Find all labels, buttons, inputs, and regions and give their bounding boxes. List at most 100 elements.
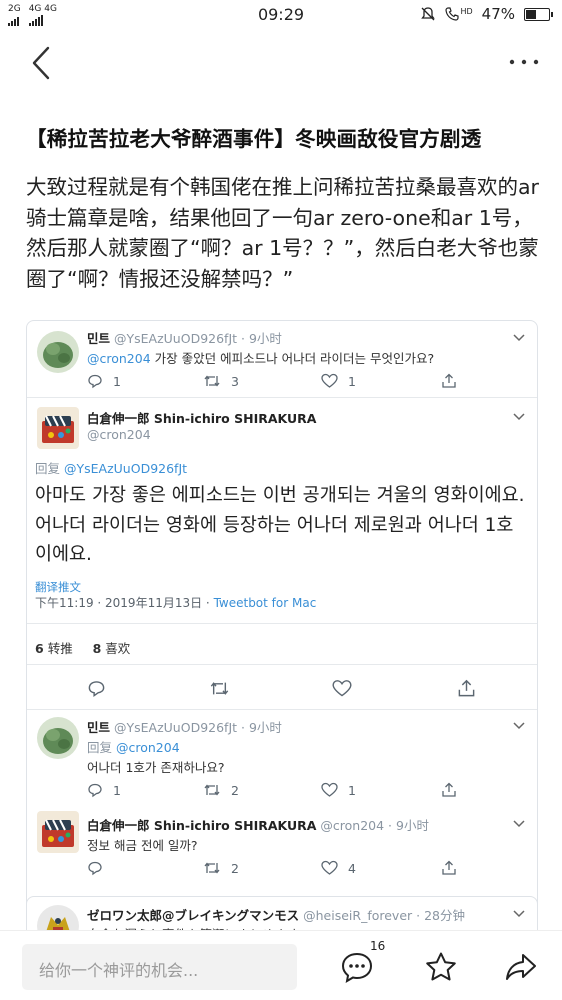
divider xyxy=(27,664,537,665)
hd-call-indicator: HD xyxy=(445,7,473,21)
like-button[interactable]: 4 xyxy=(321,860,356,876)
chevron-down-icon[interactable] xyxy=(513,334,525,342)
chevron-down-icon[interactable] xyxy=(513,722,525,730)
star-icon[interactable] xyxy=(424,951,458,983)
tweet-author-handle: @cron204 xyxy=(87,427,151,442)
nav-bar xyxy=(0,30,562,96)
heart-icon xyxy=(321,860,338,875)
main-tweet-text: 아마도 가장 좋은 에피소드는 이번 공개되는 겨울의 영화이에요. 어나더 라… xyxy=(35,485,525,565)
retweet-button[interactable]: 2 xyxy=(203,782,239,798)
article-body: 大致过程就是有个韩国佬在推上问稀拉苦拉桑最喜欢的ar骑士篇章是啥，结果他回了一句… xyxy=(26,175,539,291)
mute-bell-icon xyxy=(421,7,436,21)
reply-to-link[interactable]: @YsEAzUuOD926fJt xyxy=(64,461,187,476)
back-arrow-icon[interactable] xyxy=(28,44,58,82)
reply-button[interactable]: 1 xyxy=(87,782,121,798)
retweet-button[interactable]: 2 xyxy=(203,860,239,876)
like-count: 1 xyxy=(348,782,356,798)
divider xyxy=(27,397,537,398)
tweet-screenshot-card: 민트 @YsEAzUuOD926fJt · 9小时 @cron204 가장 좋았… xyxy=(26,320,538,920)
author-name: ゼロワン太郎@ブレイキングマンモス xyxy=(87,908,300,923)
retweet-icon[interactable] xyxy=(209,679,230,698)
comment-input[interactable]: 给你一个神评的机会... xyxy=(22,944,297,990)
battery-percent: 47% xyxy=(481,5,515,23)
share-icon[interactable] xyxy=(457,679,476,698)
likes-count: 8 xyxy=(92,641,102,656)
forward-icon[interactable] xyxy=(504,951,538,983)
tweet-body: 가장 좋았던 에피소드나 어나더 라이더는 무엇인가요? xyxy=(150,351,435,366)
reply-label: 回复 xyxy=(35,461,61,476)
avatar xyxy=(37,331,79,373)
more-icon[interactable] xyxy=(506,52,542,72)
avatar xyxy=(37,811,79,853)
heart-icon[interactable] xyxy=(332,679,352,698)
divider xyxy=(27,623,537,624)
tweet-stats: 6 转推 8 喜欢 xyxy=(35,638,130,657)
tweet-author: 白倉伸一郎 Shin-ichiro SHIRAKURA xyxy=(87,408,316,427)
avatar xyxy=(37,407,79,449)
author-name: 白倉伸一郎 Shin-ichiro SHIRAKURA xyxy=(87,818,317,833)
share-icon[interactable] xyxy=(441,373,457,389)
reply-to-link[interactable]: @cron204 xyxy=(116,740,180,755)
author-name: 민트 xyxy=(87,720,111,735)
like-count: 1 xyxy=(348,373,356,389)
tweet-author: ゼロワン太郎@ブレイキングマンモス @heiseiR_forever · 28分… xyxy=(87,905,465,924)
tweet-body: 어나더 1호가 존재하나요? xyxy=(87,760,225,775)
avatar xyxy=(37,717,79,759)
like-button[interactable]: 1 xyxy=(321,782,356,798)
retweet-icon xyxy=(204,862,220,874)
reply-to-line: 回复 @cron204 xyxy=(87,737,180,756)
heart-icon xyxy=(321,782,338,797)
author-handle: @YsEAzUuOD926fJt · 9小时 xyxy=(114,720,282,735)
author-handle: @YsEAzUuOD926fJt · 9小时 xyxy=(114,331,282,346)
reply-icon xyxy=(88,783,102,798)
mention-link[interactable]: @cron204 xyxy=(87,351,151,366)
reply-label: 回复 xyxy=(87,740,113,755)
reply-icon[interactable] xyxy=(87,679,106,698)
author-name: 白倉伸一郎 Shin-ichiro SHIRAKURA xyxy=(87,411,317,426)
author-name: 민트 xyxy=(87,331,111,346)
share-icon[interactable] xyxy=(441,782,457,798)
status-icons: HD 47% xyxy=(420,5,553,23)
likes-label[interactable]: 喜欢 xyxy=(105,641,130,656)
reply-count: 1 xyxy=(113,782,121,798)
author-handle: @heiseiR_forever · 28分钟 xyxy=(303,908,465,923)
comment-bar: 给你一个神评的机会... 16 xyxy=(0,930,562,1000)
tweet-author: 白倉伸一郎 Shin-ichiro SHIRAKURA @cron204 · 9… xyxy=(87,815,429,834)
author-handle: @cron204 · 9小时 xyxy=(320,818,429,833)
retweet-icon xyxy=(204,784,220,796)
retweet-count: 3 xyxy=(231,373,239,389)
like-button[interactable]: 1 xyxy=(321,373,356,389)
comment-icon[interactable] xyxy=(340,951,374,983)
reply-icon[interactable] xyxy=(87,860,103,876)
chevron-down-icon[interactable] xyxy=(513,413,525,421)
battery-icon xyxy=(524,7,553,21)
author-handle: @cron204 xyxy=(87,427,151,442)
tweet-timestamp: 下午11:19 · 2019年11月13日 · xyxy=(35,596,214,610)
retweet-count: 2 xyxy=(231,860,239,876)
article-title: 【稀拉苦拉老大爷醉酒事件】冬映画敌役官方剧透 xyxy=(26,127,482,151)
like-count: 4 xyxy=(348,860,356,876)
tweet-meta: 下午11:19 · 2019年11月13日 · Tweetbot for Mac xyxy=(35,594,316,611)
status-bar: 2G 4G 4G 09:29 HD 47% xyxy=(0,0,562,30)
share-icon[interactable] xyxy=(441,860,457,876)
tweet-text: @cron204 가장 좋았던 에피소드나 어나더 라이더는 무엇인가요? xyxy=(87,348,434,367)
chevron-down-icon[interactable] xyxy=(513,910,525,918)
translate-link[interactable]: 翻译推文 xyxy=(35,579,81,595)
retweets-label[interactable]: 转推 xyxy=(48,641,73,656)
reply-to-line: 回复 @YsEAzUuOD926fJt xyxy=(35,458,187,477)
tweet-body: 정보 해금 전에 일까? xyxy=(87,838,198,853)
retweet-button[interactable]: 3 xyxy=(203,373,239,389)
hd-label: HD xyxy=(460,7,473,16)
battery-level xyxy=(526,9,537,19)
reply-button[interactable]: 1 xyxy=(87,373,121,389)
chevron-down-icon[interactable] xyxy=(513,820,525,828)
divider xyxy=(27,709,537,710)
retweet-count: 2 xyxy=(231,782,239,798)
retweet-icon xyxy=(204,375,220,387)
tweet-author: 민트 @YsEAzUuOD926fJt · 9小时 xyxy=(87,717,282,736)
comment-count-badge: 16 xyxy=(370,939,386,953)
reply-count: 1 xyxy=(113,373,121,389)
phone-icon xyxy=(445,7,460,21)
tweet-client-link[interactable]: Tweetbot for Mac xyxy=(214,596,317,610)
reply-icon xyxy=(88,374,102,389)
